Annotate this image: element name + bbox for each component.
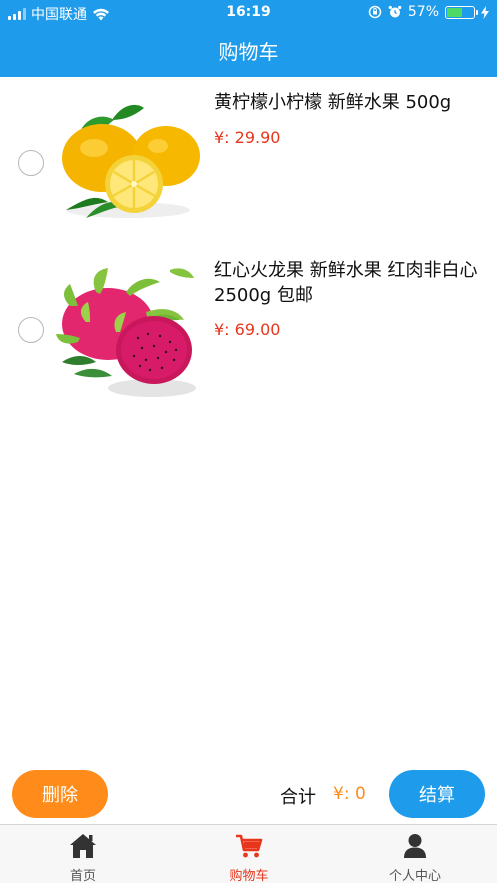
top-bar: 中国联通 16:19 57% 购物车 — [0, 0, 497, 77]
delete-button[interactable]: 删除 — [12, 770, 108, 818]
tab-bar: 首页 购物车 个人中心 — [0, 824, 497, 883]
battery-icon — [445, 5, 478, 19]
dragon-fruit-image — [56, 262, 202, 402]
cart-icon — [236, 834, 263, 858]
item-name[interactable]: 红心火龙果 新鲜水果 红肉非白心 2500g 包邮 — [214, 258, 482, 308]
cart-item-lemon[interactable]: 黄柠檬小柠檬 新鲜水果 500g ¥: 29.90 — [0, 90, 497, 230]
total-value: ¥: 0 — [333, 784, 366, 804]
battery-percent: 57% — [407, 4, 439, 20]
tab-label: 首页 — [69, 869, 96, 883]
user-icon — [404, 834, 426, 858]
tab-home[interactable]: 首页 — [0, 825, 166, 883]
total-label: 合计 — [280, 787, 316, 808]
charging-icon — [481, 5, 489, 19]
home-icon — [70, 834, 96, 858]
alarm-icon — [388, 5, 402, 18]
select-radio[interactable] — [18, 150, 44, 176]
cart-item-dragon-fruit[interactable]: 红心火龙果 新鲜水果 红肉非白心 2500g 包邮 ¥: 69.00 — [0, 258, 497, 408]
page-title: 购物车 — [218, 40, 279, 64]
tab-label: 个人中心 — [388, 869, 441, 883]
tab-cart[interactable]: 购物车 — [166, 825, 332, 883]
item-price: ¥: 69.00 — [214, 320, 281, 339]
item-name[interactable]: 黄柠檬小柠檬 新鲜水果 500g — [214, 90, 482, 115]
item-price: ¥: 29.90 — [214, 128, 281, 147]
select-radio[interactable] — [18, 317, 44, 343]
tab-label: 购物车 — [229, 869, 269, 883]
status-bar: 中国联通 16:19 57% — [0, 0, 497, 24]
checkout-button[interactable]: 结算 — [389, 770, 485, 818]
lemon-image — [56, 98, 202, 220]
tab-profile[interactable]: 个人中心 — [332, 825, 497, 883]
rotation-lock-icon — [368, 5, 382, 19]
